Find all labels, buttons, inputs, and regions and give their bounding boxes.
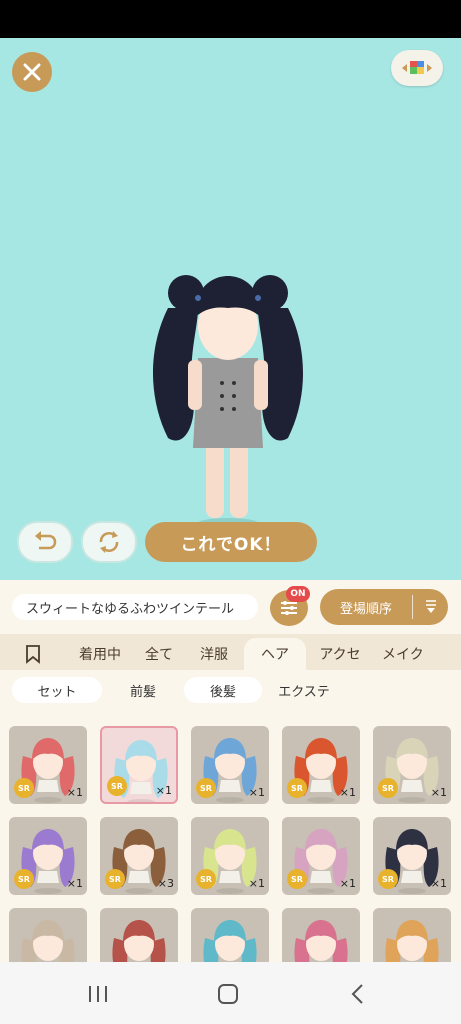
home-button[interactable] — [208, 980, 248, 1008]
hair-item-card[interactable]: SR ×3 — [100, 817, 178, 895]
hair-item-card[interactable]: SR ×1 — [282, 817, 360, 895]
tab-all[interactable]: 全て — [134, 638, 184, 670]
hair-item-card[interactable] — [282, 908, 360, 962]
rarity-badge: SR — [14, 869, 34, 889]
item-count: ×1 — [430, 877, 447, 890]
item-name-bar: スウィートなゆるふわツインテール ON 登場順序 — [0, 580, 461, 634]
subtab-extensions[interactable]: エクステ — [266, 677, 342, 703]
hair-thumbnail — [203, 920, 257, 962]
tab-clothes[interactable]: 洋服 — [184, 638, 244, 670]
rarity-badge: SR — [105, 869, 125, 889]
rarity-badge: SR — [287, 869, 307, 889]
tab-bookmark[interactable] — [0, 638, 66, 670]
close-button[interactable] — [12, 52, 52, 92]
sort-order-button[interactable]: 登場順序 — [320, 589, 448, 625]
item-name-label: スウィートなゆるふわツインテール — [12, 594, 258, 620]
undo-icon — [35, 531, 57, 550]
rarity-badge: SR — [378, 869, 398, 889]
undo-button[interactable] — [17, 521, 73, 563]
hair-item-card[interactable]: SR ×1 — [191, 726, 269, 804]
status-bar — [0, 0, 461, 38]
hair-thumbnail — [385, 920, 439, 962]
tab-hair[interactable]: ヘア — [244, 638, 306, 670]
hair-thumbnail — [112, 920, 166, 962]
hair-item-card[interactable]: SR ×1 — [282, 726, 360, 804]
item-count: ×1 — [248, 877, 265, 890]
rarity-badge: SR — [287, 778, 307, 798]
bookmark-icon — [26, 645, 40, 664]
tab-makeup[interactable]: メイク — [374, 638, 442, 670]
tab-wearing[interactable]: 着用中 — [66, 638, 134, 670]
recents-icon — [89, 986, 107, 1002]
back-icon — [351, 984, 363, 1004]
hair-item-card[interactable] — [373, 908, 451, 962]
hair-item-card[interactable]: SR ×1 — [373, 726, 451, 804]
color-blocks-icon — [402, 61, 432, 74]
sort-order-label: 登場順序 — [339, 601, 392, 617]
item-count: ×1 — [66, 877, 83, 890]
rarity-badge: SR — [196, 778, 216, 798]
rotate-button[interactable] — [81, 521, 137, 563]
rarity-badge: SR — [14, 778, 34, 798]
background-switch-button[interactable] — [391, 50, 443, 86]
confirm-ok-button[interactable]: これでOK！ — [145, 522, 317, 562]
item-grid: SR ×1 SR ×1 SR ×1 SR ×1 SR ×1 SR ×1 SR ×3 SR ×1 SR ×1 SR ×1 — [0, 708, 461, 962]
item-count: ×3 — [157, 877, 174, 890]
rotate-icon — [99, 531, 119, 553]
hair-item-card[interactable]: SR ×1 — [373, 817, 451, 895]
item-count: ×1 — [339, 786, 356, 799]
hair-item-card[interactable] — [191, 908, 269, 962]
hair-item-card[interactable]: SR ×1 — [9, 726, 87, 804]
system-nav-bar — [0, 962, 461, 1024]
hair-item-card[interactable]: SR ×1 — [9, 817, 87, 895]
subtab-set[interactable]: セット — [12, 677, 102, 703]
item-count: ×1 — [66, 786, 83, 799]
item-count: ×1 — [430, 786, 447, 799]
item-count: ×1 — [339, 877, 356, 890]
subtab-front-hair[interactable]: 前髪 — [108, 677, 178, 703]
close-icon — [23, 63, 41, 81]
rarity-badge: SR — [107, 776, 127, 796]
hair-thumbnail — [21, 920, 75, 962]
tab-accessories[interactable]: アクセ — [306, 638, 374, 670]
category-tabs: 着用中 全て 洋服 ヘア アクセ メイク — [0, 634, 461, 670]
hair-subtabs: セット 前髪 後髪 エクステ — [0, 670, 461, 708]
avatar-stage: これでOK！ — [0, 38, 461, 580]
hair-item-card[interactable] — [9, 908, 87, 962]
hair-item-card[interactable]: SR ×1 — [100, 726, 178, 804]
subtab-back-hair[interactable]: 後髪 — [184, 677, 262, 703]
item-count: ×1 — [248, 786, 265, 799]
back-button[interactable] — [338, 980, 378, 1008]
avatar-character — [128, 238, 328, 538]
sort-dropdown-icon[interactable] — [413, 599, 448, 615]
rarity-badge: SR — [196, 869, 216, 889]
hair-item-card[interactable]: SR ×1 — [191, 817, 269, 895]
rarity-badge: SR — [378, 778, 398, 798]
recents-button[interactable] — [78, 980, 118, 1008]
hair-thumbnail — [294, 920, 348, 962]
item-count: ×1 — [155, 784, 172, 797]
filter-on-badge: ON — [286, 586, 310, 602]
hair-item-card[interactable] — [100, 908, 178, 962]
home-icon — [218, 984, 238, 1004]
